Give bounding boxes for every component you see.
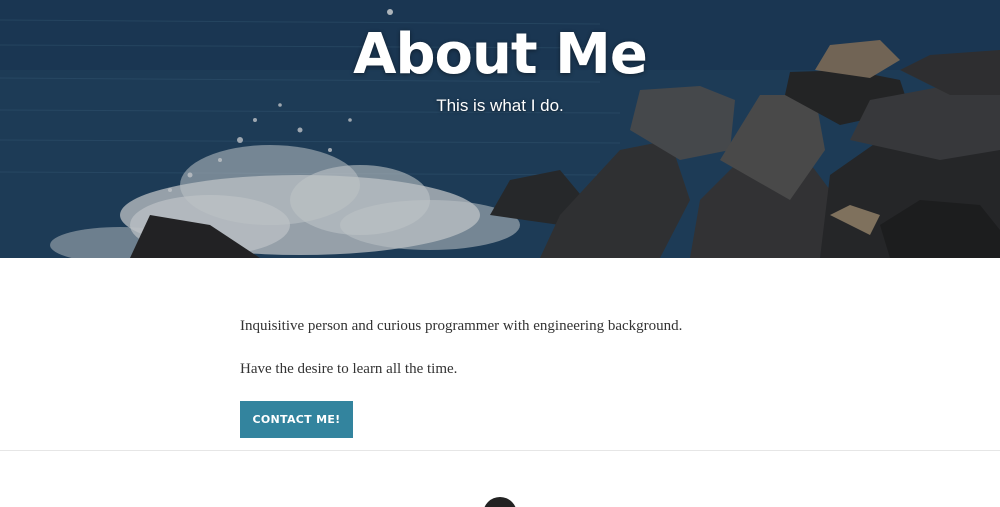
about-paragraph: Inquisitive person and curious programme… <box>240 318 683 334</box>
page-subtitle: This is what I do. <box>436 96 564 115</box>
hero-header: About Me This is what I do. <box>0 0 1000 258</box>
footer-avatar-icon[interactable] <box>483 497 517 507</box>
contact-me-button[interactable]: CONTACT ME! <box>240 401 353 438</box>
page-title: About Me <box>353 22 648 87</box>
about-paragraph: Have the desire to learn all the time. <box>240 361 458 377</box>
section-divider <box>0 450 1000 451</box>
